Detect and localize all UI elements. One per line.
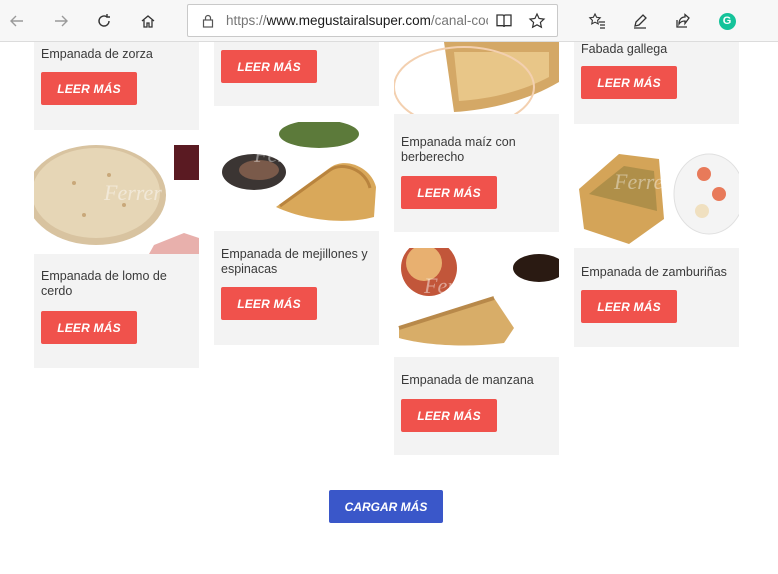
recipe-image[interactable]: Ferrer	[214, 122, 379, 231]
favorites-list-icon	[588, 12, 605, 29]
recipe-image[interactable]: Ferrer	[394, 248, 559, 357]
lock-icon	[202, 14, 214, 28]
recipe-title: Empanada de manzana	[401, 373, 534, 387]
recipe-card: Empanada de zorza LEER MÁS	[34, 42, 199, 130]
recipe-image[interactable]	[394, 42, 559, 114]
browser-toolbar: https://www.megustairalsuper.com/canal-c…	[0, 0, 778, 42]
address-bar[interactable]: https://www.megustairalsuper.com/canal-c…	[187, 4, 558, 37]
svg-text:Ferrer: Ferrer	[423, 273, 482, 298]
url-text[interactable]: https://www.megustairalsuper.com/canal-c…	[226, 13, 488, 28]
favorite-star-icon[interactable]	[528, 12, 546, 30]
grammarly-icon: G	[718, 12, 736, 30]
back-button[interactable]	[2, 6, 32, 36]
svg-text:Ferrer: Ferrer	[253, 142, 312, 167]
arrow-right-icon	[55, 15, 68, 27]
url-prefix: https://	[226, 13, 267, 28]
refresh-icon	[98, 14, 110, 27]
arrow-left-icon	[10, 15, 23, 27]
recipe-card: Ferrer Empanada de manzana LEER MÁS	[394, 248, 559, 455]
read-more-button[interactable]: LEER MÁS	[221, 50, 317, 83]
svg-text:Ferrer: Ferrer	[103, 180, 162, 205]
read-more-button[interactable]: LEER MÁS	[401, 399, 497, 432]
recipe-card: Empanada maíz con berberecho LEER MÁS	[394, 42, 559, 232]
recipe-title: Empanada de lomo de cerdo	[41, 269, 167, 298]
recipe-card: LEER MÁS	[214, 42, 379, 106]
home-button[interactable]	[133, 6, 163, 36]
recipe-title: Empanada de mejillones y espinacas	[221, 247, 368, 276]
recipe-title: Empanada maíz con berberecho	[401, 135, 516, 164]
recipe-card: Ferrer Empanada de mejillones y espinaca…	[214, 122, 379, 345]
refresh-button[interactable]	[89, 6, 119, 36]
read-more-button[interactable]: LEER MÁS	[221, 287, 317, 320]
reading-view-icon[interactable]	[495, 12, 513, 30]
url-domain: www.megustairalsuper.com	[266, 13, 431, 28]
share-icon	[676, 13, 690, 28]
load-more-button[interactable]: CARGAR MÁS	[329, 490, 443, 523]
recipe-title: Empanada de zorza	[41, 47, 153, 61]
share-button[interactable]	[668, 6, 698, 36]
recipe-card: Ferrer Empanada de zamburiñas LEER MÁS	[574, 139, 739, 347]
grammarly-extension-button[interactable]: G	[712, 6, 742, 36]
recipe-card: Ferrer Empanada de lomo de cerdo LEER MÁ…	[34, 145, 199, 368]
svg-text:Ferrer: Ferrer	[613, 169, 672, 194]
recipe-title: Fabada gallega	[581, 42, 668, 56]
read-more-button[interactable]: LEER MÁS	[401, 176, 497, 209]
read-more-button[interactable]: LEER MÁS	[41, 311, 137, 344]
pen-icon	[634, 14, 647, 29]
forward-button[interactable]	[46, 6, 76, 36]
url-path: /canal-coc	[430, 13, 488, 28]
recipe-image[interactable]: Ferrer	[34, 145, 199, 254]
read-more-button[interactable]: LEER MÁS	[581, 66, 677, 99]
pen-button[interactable]	[625, 6, 655, 36]
read-more-button[interactable]: LEER MÁS	[41, 72, 137, 105]
recipe-card: Fabada gallega LEER MÁS	[574, 42, 739, 124]
recipe-title: Empanada de zamburiñas	[581, 265, 727, 279]
home-icon	[141, 15, 155, 28]
favorites-button[interactable]	[582, 6, 612, 36]
read-more-button[interactable]: LEER MÁS	[581, 290, 677, 323]
recipe-image[interactable]: Ferrer	[574, 139, 739, 248]
